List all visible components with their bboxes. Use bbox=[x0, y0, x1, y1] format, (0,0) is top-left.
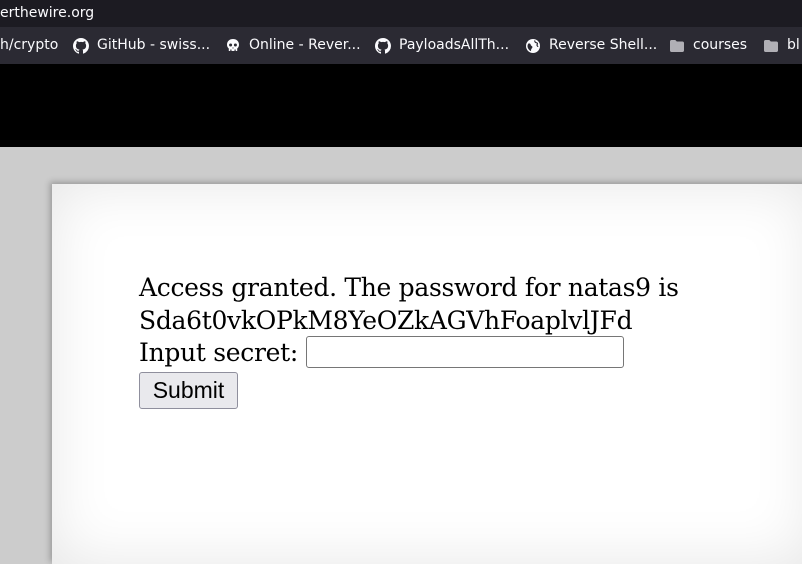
bookmark-label: courses bbox=[693, 37, 748, 53]
input-secret-label: Input secret: bbox=[139, 337, 299, 367]
address-bar[interactable]: erthewire.org bbox=[0, 0, 802, 27]
access-message: Access granted. The password for natas9 … bbox=[139, 271, 679, 337]
bookmark-label: Online - Rever... bbox=[249, 37, 361, 53]
secret-input[interactable] bbox=[306, 336, 625, 368]
globe-icon bbox=[525, 38, 541, 54]
folder-icon bbox=[763, 38, 779, 54]
bookmark-label: PayloadsAllTh... bbox=[399, 37, 510, 53]
github-icon bbox=[375, 37, 391, 54]
url-text[interactable]: erthewire.org bbox=[0, 0, 94, 26]
bookmark-label: h/crypto bbox=[0, 37, 59, 53]
secret-form-row: Input secret: bbox=[139, 336, 625, 368]
bookmark-courses[interactable]: courses bbox=[669, 27, 747, 64]
bookmark-bl[interactable]: bl bbox=[763, 27, 800, 64]
bookmark-reverse-shell[interactable]: Reverse Shell... bbox=[525, 27, 657, 64]
bookmark-online-reverse[interactable]: Online - Rever... bbox=[225, 27, 361, 64]
skull-icon bbox=[225, 38, 241, 54]
bookmark-crypto[interactable]: h/crypto bbox=[0, 27, 58, 64]
bookmark-payloadsallthings[interactable]: PayloadsAllTh... bbox=[375, 27, 509, 64]
folder-icon bbox=[669, 38, 685, 54]
github-icon bbox=[73, 37, 89, 54]
password-text: Sda6t0vkOPkM8YeOZkAGVhFoaplvlJFd bbox=[139, 306, 633, 335]
page-header-band bbox=[0, 64, 802, 147]
bookmark-label: bl bbox=[787, 37, 800, 53]
bookmark-label: GitHub - swiss... bbox=[97, 37, 211, 53]
bookmark-github-swiss[interactable]: GitHub - swiss... bbox=[73, 27, 210, 64]
bookmarks-toolbar: h/crypto GitHub - swiss... Online - Reve… bbox=[0, 27, 802, 64]
bookmark-label: Reverse Shell... bbox=[549, 37, 658, 53]
access-granted-text: Access granted. The password for natas9 … bbox=[139, 273, 679, 302]
submit-button[interactable]: Submit bbox=[139, 372, 238, 409]
